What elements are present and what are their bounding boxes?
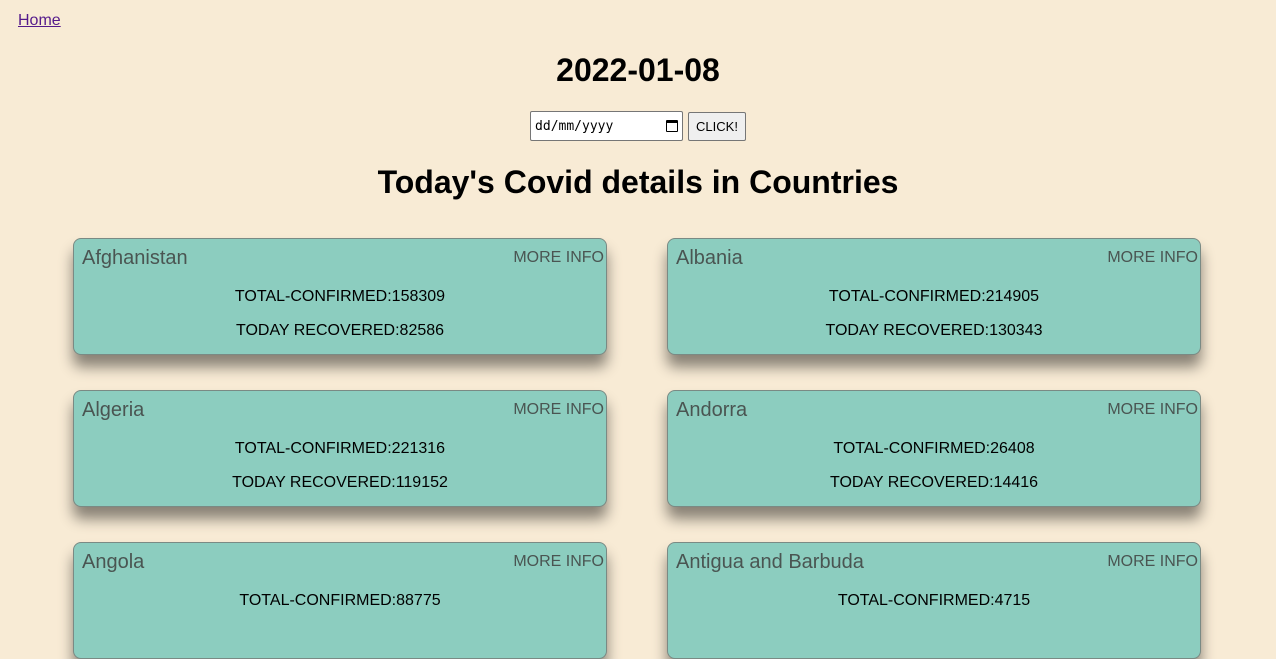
today-recovered: TODAY RECOVERED:130343	[825, 322, 1043, 339]
total-confirmed: TOTAL-CONFIRMED:158309	[234, 288, 446, 305]
country-card: Angola MORE INFO TOTAL-CONFIRMED:88775	[73, 542, 607, 659]
calendar-icon[interactable]	[666, 120, 679, 132]
total-confirmed: TOTAL-CONFIRMED:4715	[837, 592, 1031, 609]
total-confirmed: TOTAL-CONFIRMED:214905	[828, 288, 1040, 305]
more-info-link[interactable]: MORE INFO	[1107, 401, 1198, 419]
country-card: Antigua and Barbuda MORE INFO TOTAL-CONF…	[667, 542, 1201, 659]
today-recovered: TODAY RECOVERED:14416	[829, 474, 1039, 491]
more-info-link[interactable]: MORE INFO	[513, 401, 604, 419]
country-card: Algeria MORE INFO TOTAL-CONFIRMED:221316…	[73, 390, 607, 507]
more-info-link[interactable]: MORE INFO	[513, 249, 604, 267]
total-confirmed: TOTAL-CONFIRMED:26408	[833, 440, 1035, 457]
country-name: Angola	[82, 551, 145, 573]
today-recovered: TODAY RECOVERED:82586	[235, 322, 445, 339]
country-name: Andorra	[676, 399, 748, 421]
more-info-link[interactable]: MORE INFO	[1107, 249, 1198, 267]
country-name: Algeria	[82, 399, 145, 421]
date-title: 2022-01-08	[556, 52, 720, 88]
country-name: Afghanistan	[82, 247, 188, 269]
total-confirmed: TOTAL-CONFIRMED:221316	[234, 440, 446, 457]
more-info-link[interactable]: MORE INFO	[513, 553, 604, 571]
total-confirmed: TOTAL-CONFIRMED:88775	[239, 592, 441, 609]
country-card: Andorra MORE INFO TOTAL-CONFIRMED:26408 …	[667, 390, 1201, 507]
section-title: Today's Covid details in Countries	[377, 164, 899, 200]
today-recovered: TODAY RECOVERED:119152	[232, 474, 448, 491]
country-card: Afghanistan MORE INFO TOTAL-CONFIRMED:15…	[73, 238, 607, 355]
country-name: Antigua and Barbuda	[676, 551, 864, 573]
date-form: dd/mm/yyyy CLICK!	[0, 111, 1276, 141]
date-input-placeholder: dd/mm/yyyy	[535, 118, 614, 134]
submit-date-button[interactable]: CLICK!	[688, 111, 746, 141]
country-card: Albania MORE INFO TOTAL-CONFIRMED:214905…	[667, 238, 1201, 355]
home-link[interactable]: Home	[18, 12, 61, 30]
country-name: Albania	[676, 247, 743, 269]
more-info-link[interactable]: MORE INFO	[1107, 553, 1198, 571]
date-input[interactable]: dd/mm/yyyy	[530, 111, 684, 141]
